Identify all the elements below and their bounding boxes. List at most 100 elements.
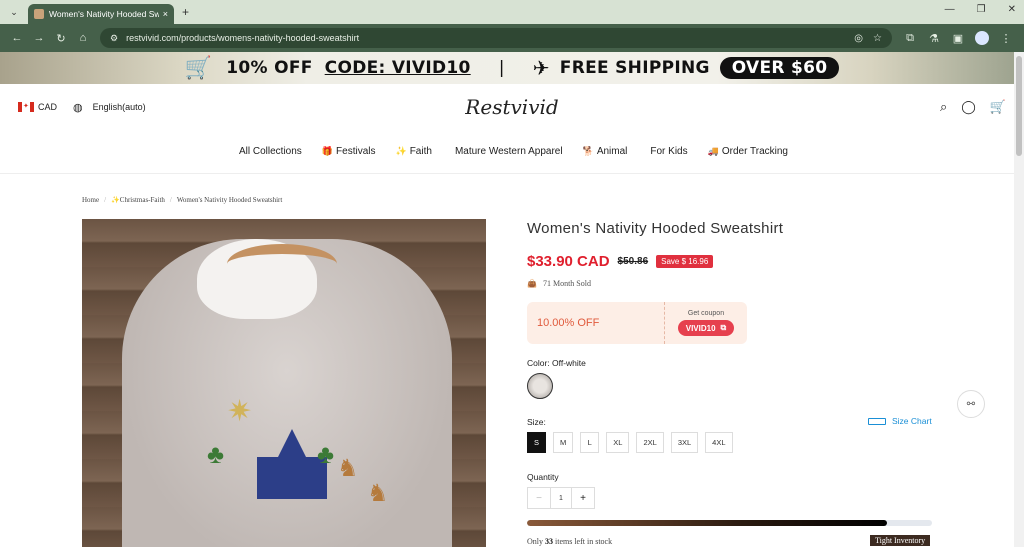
nav-label: Mature Western Apparel	[454, 146, 563, 157]
nav-label: Animal	[596, 146, 628, 157]
share-button[interactable]: ⚯	[957, 390, 985, 418]
nav-item-faith[interactable]: ✨ Faith	[395, 146, 431, 157]
banner-threshold: OVER $60	[719, 57, 840, 79]
account-icon[interactable]: ◯	[961, 99, 976, 115]
header-actions: ⌕ ◯ 🛒	[940, 99, 1006, 115]
quantity-decrease-button[interactable]: −	[528, 488, 550, 508]
stock-suffix: items left in stock	[553, 537, 613, 546]
browser-tab[interactable]: Women's Nativity Hooded Sw... ×	[28, 4, 174, 24]
search-icon[interactable]: ⌕	[940, 99, 947, 115]
reload-icon[interactable]: ↻	[50, 32, 72, 45]
site-favicon-icon	[34, 9, 44, 19]
language-label[interactable]: English(auto)	[93, 102, 146, 112]
breadcrumb-separator: /	[104, 196, 107, 204]
product-title: Women's Nativity Hooded Sweatshirt	[527, 220, 784, 237]
size-options: S M L XL 2XL 3XL 4XL	[527, 432, 733, 453]
site-logo[interactable]: Restvivid	[465, 95, 558, 119]
new-tab-button[interactable]: +	[182, 5, 189, 19]
menu-kebab-icon[interactable]: ⋮	[994, 32, 1018, 45]
nav-item-for-kids[interactable]: For Kids	[647, 146, 687, 157]
size-option-xl[interactable]: XL	[606, 432, 630, 453]
size-option-l[interactable]: L	[580, 432, 600, 453]
close-window-icon[interactable]: ✕	[1008, 4, 1016, 15]
palm-tree-icon: ♣	[207, 439, 225, 469]
sparkle-icon: ✨	[395, 146, 407, 156]
coupon-copy-button[interactable]: VIVID10 ⧉	[677, 320, 735, 336]
quantity-label: Quantity	[527, 472, 559, 482]
dog-icon: 🐕	[582, 146, 594, 156]
current-price: $33.90 CAD	[527, 253, 610, 270]
palm-tree-icon: ♣	[317, 439, 335, 469]
color-swatch-off-white[interactable]	[527, 373, 553, 399]
site-info-icon[interactable]: ⚙	[110, 33, 118, 44]
bag-icon: 👜	[527, 279, 537, 288]
hanger-illustration	[227, 244, 337, 284]
size-option-2xl[interactable]: 2XL	[636, 432, 664, 453]
star-decoration: ✷	[227, 395, 253, 428]
camel-icon: ♞	[337, 455, 359, 482]
back-icon[interactable]: ←	[6, 32, 28, 44]
breadcrumb-separator: /	[169, 196, 172, 204]
quantity-increase-button[interactable]: +	[572, 488, 594, 508]
ruler-icon	[868, 417, 886, 425]
coupon-code-text: VIVID10	[685, 323, 716, 333]
promo-banner[interactable]: 🛒 10% OFF CODE: VIVID10 | ✈ FREE SHIPPIN…	[0, 52, 1024, 84]
size-option-m[interactable]: M	[553, 432, 574, 453]
coupon-claim: Get coupon VIVID10 ⧉	[665, 302, 747, 344]
stock-progress-fill	[527, 520, 888, 526]
tab-title: Women's Nativity Hooded Sw...	[49, 9, 159, 19]
size-label: Size:	[527, 417, 546, 427]
eye-off-icon[interactable]: ◎	[854, 33, 863, 44]
nav-item-animal[interactable]: 🐕 Animal	[583, 146, 628, 157]
stock-count: 33	[545, 537, 553, 546]
cart-header-icon[interactable]: 🛒	[990, 99, 1006, 115]
nav-item-festivals[interactable]: 🎁 Festivals	[322, 146, 376, 157]
site-header: CAD ◍ English(auto) Restvivid ⌕ ◯ 🛒	[0, 84, 1024, 130]
bookmark-star-icon[interactable]: ☆	[873, 33, 882, 44]
size-chart-link[interactable]: Size Chart	[868, 416, 932, 426]
product-image[interactable]: ✷ ♣ ♣ ♞ ♞	[82, 219, 486, 547]
breadcrumb-category[interactable]: ✨Christmas-Faith	[111, 196, 165, 204]
currency-label[interactable]: CAD	[38, 102, 57, 112]
color-label: Color: Off-white	[527, 358, 586, 368]
locale-selector[interactable]: CAD ◍ English(auto)	[18, 101, 146, 114]
breadcrumb-home[interactable]: Home	[82, 196, 99, 204]
browser-tab-strip: ⌄ Women's Nativity Hooded Sw... × + — ❐ …	[0, 0, 1024, 24]
nav-label: Order Tracking	[721, 146, 788, 157]
scrollbar-thumb[interactable]	[1016, 56, 1022, 156]
size-option-s[interactable]: S	[527, 432, 547, 453]
size-option-4xl[interactable]: 4XL	[705, 432, 733, 453]
profile-avatar-icon[interactable]	[975, 31, 989, 45]
restore-icon[interactable]: ❐	[977, 4, 986, 15]
stock-progress-bar	[527, 520, 932, 526]
extensions-icon[interactable]: ⧉	[898, 32, 922, 45]
gift-icon: 🎁	[321, 146, 334, 156]
tab-search-icon[interactable]: ⌄	[4, 3, 24, 21]
size-option-3xl[interactable]: 3XL	[670, 432, 699, 453]
coupon-get-label: Get coupon	[687, 310, 725, 317]
stock-prefix: Only	[527, 537, 545, 546]
side-panel-icon[interactable]: ▣	[946, 32, 970, 45]
nav-item-order-tracking[interactable]: 🚚 Order Tracking	[708, 146, 788, 157]
save-badge: Save $ 16.96	[656, 255, 714, 268]
forward-icon[interactable]: →	[28, 32, 50, 44]
nav-label: Festivals	[336, 146, 376, 157]
home-icon[interactable]: ⌂	[72, 32, 94, 44]
truck-icon: 🚚	[707, 146, 719, 156]
nav-item-all-collections[interactable]: All Collections	[236, 146, 302, 157]
banner-shipping: FREE SHIPPING	[559, 58, 710, 78]
labs-icon[interactable]: ⚗	[922, 32, 946, 45]
banner-offer: 10% OFF	[226, 58, 313, 78]
quantity-stepper: − 1 +	[527, 487, 595, 509]
tab-close-icon[interactable]: ×	[163, 9, 168, 19]
logo-wrapper: Restvivid	[0, 95, 1024, 119]
minimize-icon[interactable]: —	[945, 4, 955, 15]
nav-item-western-apparel[interactable]: Mature Western Apparel	[452, 146, 563, 157]
address-bar[interactable]: ⚙ restvivid.com/products/womens-nativity…	[100, 28, 892, 48]
breadcrumb-current: Women's Nativity Hooded Sweatshirt	[176, 196, 283, 204]
nav-label: Faith	[409, 146, 432, 157]
stock-text: Only 33 items left in stock	[527, 537, 612, 546]
main-nav: All Collections 🎁 Festivals ✨ Faith Mature…	[0, 130, 1024, 174]
quantity-input[interactable]: 1	[550, 488, 572, 508]
airplane-icon: ✈	[532, 56, 550, 80]
